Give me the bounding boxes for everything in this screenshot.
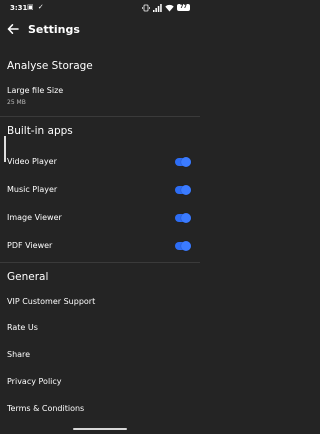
signal-icon <box>153 3 162 12</box>
rate-us-item[interactable]: Rate Us <box>7 323 38 332</box>
notification-icons: ▣ ✓ <box>27 3 45 11</box>
pdf-viewer-label: PDF Viewer <box>7 241 53 250</box>
status-right-icons: 77 <box>142 3 190 12</box>
divider <box>0 116 200 117</box>
section-header-builtin-apps: Built-in apps <box>7 125 73 137</box>
divider <box>0 262 200 263</box>
home-indicator[interactable] <box>73 428 127 430</box>
large-file-size-label: Large file Size <box>7 86 64 95</box>
section-header-general: General <box>7 271 49 283</box>
status-bar: 3:31 ▣ ✓ 77 <box>0 0 200 16</box>
battery-icon: 77 <box>177 4 190 11</box>
section-header-analyse-storage: Analyse Storage <box>7 60 93 72</box>
image-viewer-toggle[interactable] <box>175 213 191 223</box>
large-file-size-value: 25 MB <box>7 99 26 106</box>
terms-conditions-item[interactable]: Terms & Conditions <box>7 404 84 413</box>
vibrate-icon <box>142 4 150 11</box>
scroll-indicator <box>4 136 6 162</box>
video-player-toggle[interactable] <box>175 157 191 167</box>
page-title: Settings <box>28 23 80 36</box>
toggle-knob <box>181 213 191 223</box>
image-viewer-label: Image Viewer <box>7 213 62 222</box>
toggle-knob <box>181 185 191 195</box>
vip-customer-support-item[interactable]: VIP Customer Support <box>7 297 95 306</box>
pdf-viewer-toggle[interactable] <box>175 241 191 251</box>
arrow-back-icon <box>7 24 19 34</box>
toggle-knob <box>181 241 191 251</box>
video-player-label: Video Player <box>7 157 57 166</box>
privacy-policy-item[interactable]: Privacy Policy <box>7 377 62 386</box>
wifi-icon <box>165 4 174 11</box>
music-player-label: Music Player <box>7 185 58 194</box>
share-item[interactable]: Share <box>7 350 30 359</box>
app-bar: Settings <box>0 16 200 42</box>
toggle-knob <box>181 157 191 167</box>
back-button[interactable] <box>4 20 22 38</box>
music-player-toggle[interactable] <box>175 185 191 195</box>
status-time: 3:31 <box>10 4 28 12</box>
